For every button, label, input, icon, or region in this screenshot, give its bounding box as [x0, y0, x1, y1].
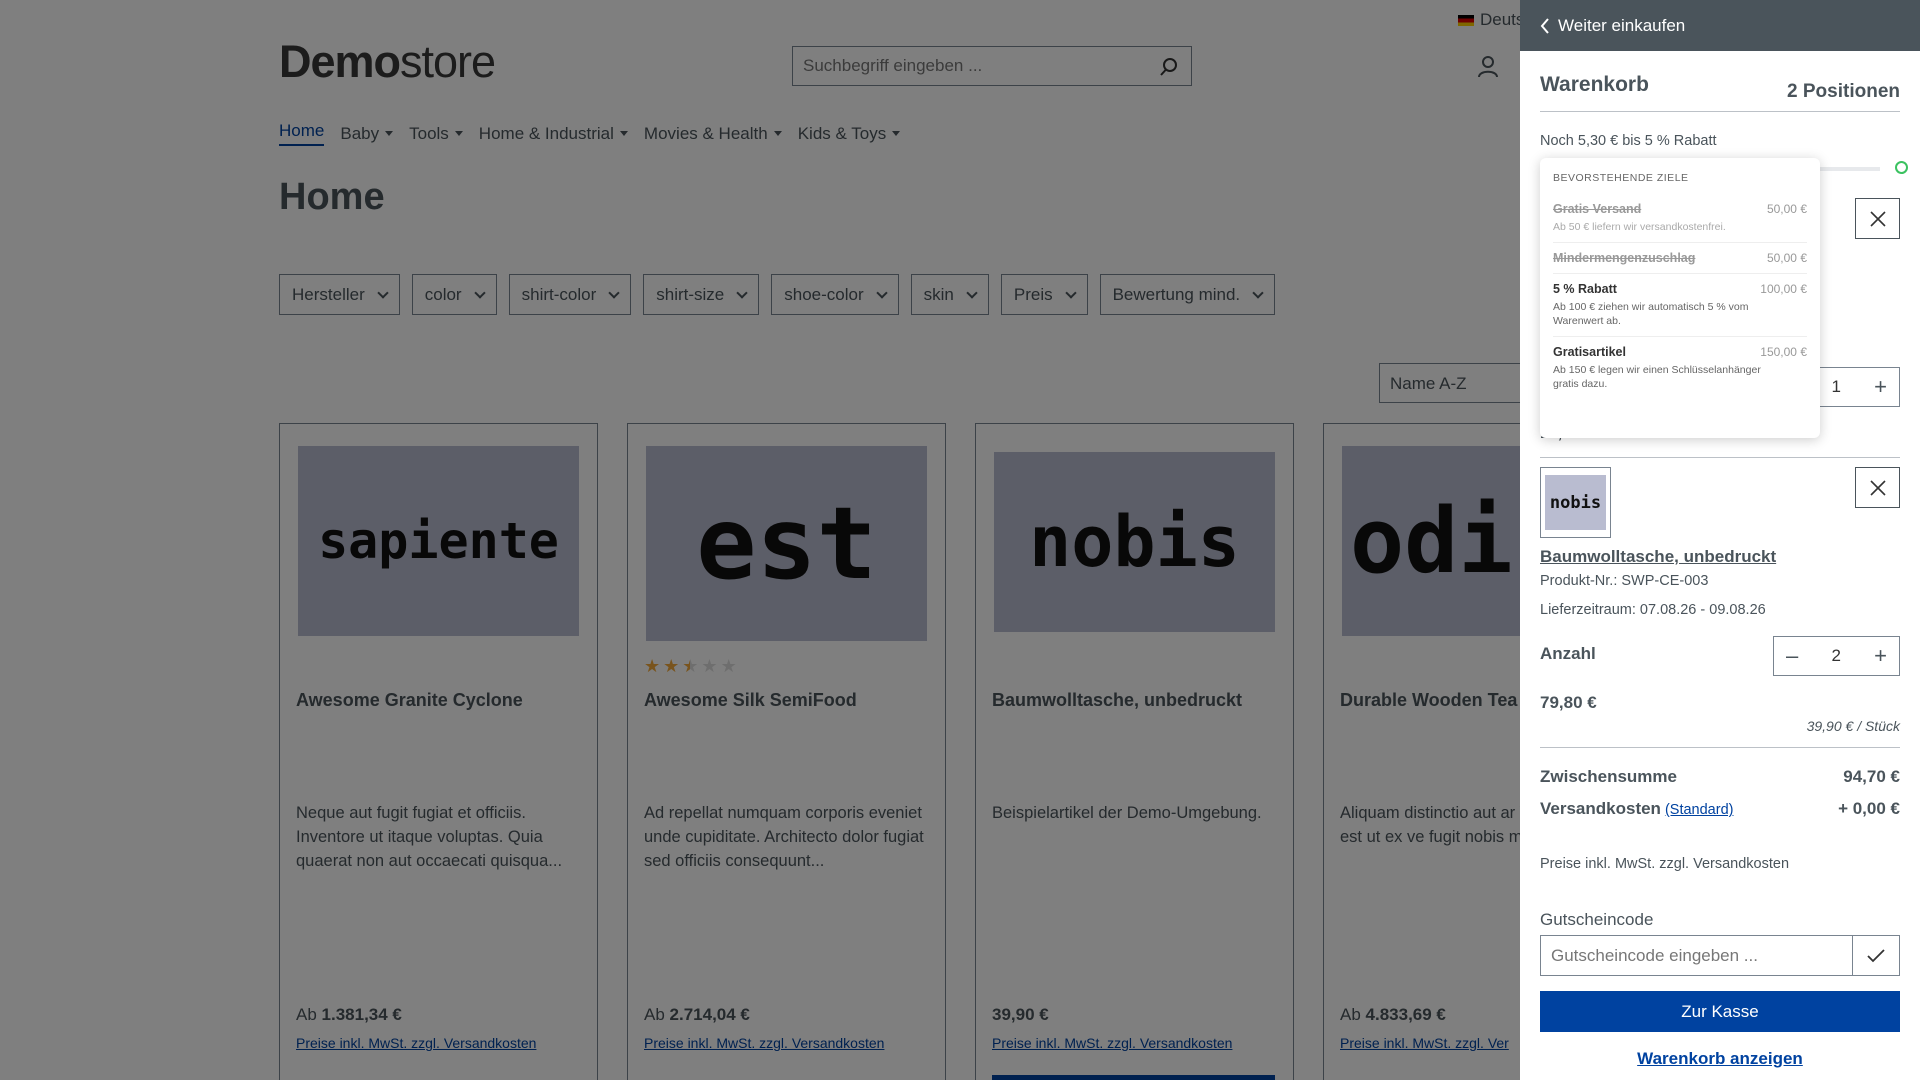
shipping-method-link[interactable]: (Standard) [1665, 802, 1734, 818]
cart-item-sku: Produkt-Nr.: SWP-CE-003 [1540, 573, 1709, 589]
shipping-row: Versandkosten (Standard) + 0,00 € [1540, 799, 1900, 819]
view-cart-link[interactable]: Warenkorb anzeigen [1540, 1049, 1900, 1069]
quantity-value[interactable]: 1 [1831, 377, 1840, 397]
cart-item-name[interactable]: Baumwolltasche, unbedruckt [1540, 547, 1776, 567]
quantity-stepper[interactable]: – 2 + [1773, 636, 1900, 676]
goal-item: Gratis Versand 50,00 € Ab 50 € liefern w… [1553, 194, 1807, 243]
quantity-value[interactable]: 2 [1831, 646, 1840, 666]
subtotal-row: Zwischensumme 94,70 € [1540, 767, 1900, 787]
voucher-form [1540, 935, 1900, 976]
close-icon [1869, 479, 1886, 496]
cart-item-unit-price: 39,90 € / Stück [1806, 718, 1900, 734]
goal-value: 150,00 € [1760, 345, 1807, 359]
backdrop-overlay[interactable] [0, 0, 1520, 1080]
goals-header: BEVORSTEHENDE ZIELE [1553, 172, 1689, 184]
goal-item: Mindermengenzuschlag 50,00 € [1553, 243, 1807, 274]
voucher-input[interactable] [1541, 936, 1852, 975]
minus-icon[interactable]: – [1786, 645, 1798, 667]
goal-item: Gratisartikel 150,00 € Ab 150 € legen wi… [1553, 337, 1807, 399]
checkmark-icon [1867, 948, 1885, 962]
goal-description: Ab 150 € legen wir einen Schlüsselanhäng… [1553, 364, 1761, 390]
voucher-label: Gutscheincode [1540, 910, 1654, 929]
cart-item-delivery: Lieferzeitraum: 07.08.26 - 09.08.26 [1540, 602, 1766, 618]
remove-item-button[interactable] [1855, 198, 1900, 239]
goal-description: Ab 50 € liefern wir versandkostenfrei. [1553, 221, 1726, 233]
chevron-left-icon [1540, 17, 1549, 34]
divider [1540, 457, 1900, 458]
voucher-submit-button[interactable] [1852, 936, 1899, 975]
goal-description: Ab 100 € ziehen wir automatisch 5 % vom … [1553, 301, 1749, 327]
goal-value: 50,00 € [1766, 202, 1807, 216]
shipping-value: + 0,00 € [1838, 799, 1900, 818]
quantity-label: Anzahl [1540, 644, 1596, 663]
goal-value: 50,00 € [1766, 251, 1807, 265]
plus-icon[interactable]: + [1874, 376, 1887, 398]
cart-item-total: 79,80 € [1540, 693, 1597, 712]
goal-value: 100,00 € [1760, 282, 1807, 296]
plus-icon[interactable]: + [1874, 645, 1887, 667]
discount-progress-text: Noch 5,30 € bis 5 % Rabatt [1540, 133, 1717, 149]
checkout-button[interactable]: Zur Kasse [1540, 991, 1900, 1032]
goal-item: 5 % Rabatt 100,00 € Ab 100 € ziehen wir … [1553, 274, 1807, 337]
close-icon [1869, 210, 1886, 227]
progress-end-marker [1895, 161, 1908, 174]
tax-note: Preise inkl. MwSt. zzgl. Versandkosten [1540, 856, 1790, 872]
cart-item-thumbnail[interactable]: nobis [1540, 467, 1611, 538]
subtotal-label: Zwischensumme [1540, 767, 1677, 786]
cart-title: Warenkorb [1540, 73, 1649, 96]
divider [1540, 111, 1900, 112]
shipping-label: Versandkosten [1540, 799, 1661, 818]
continue-shopping-button[interactable]: Weiter einkaufen [1520, 0, 1920, 51]
continue-shopping-label: Weiter einkaufen [1558, 15, 1686, 35]
divider [1540, 747, 1900, 748]
goals-popover: BEVORSTEHENDE ZIELE Gratis Versand 50,00… [1540, 158, 1820, 438]
thumbnail-text: nobis [1545, 475, 1606, 530]
subtotal-value: 94,70 € [1843, 767, 1900, 786]
cart-item-count: 2 Positionen [1787, 81, 1900, 102]
remove-item-button[interactable] [1855, 467, 1900, 508]
